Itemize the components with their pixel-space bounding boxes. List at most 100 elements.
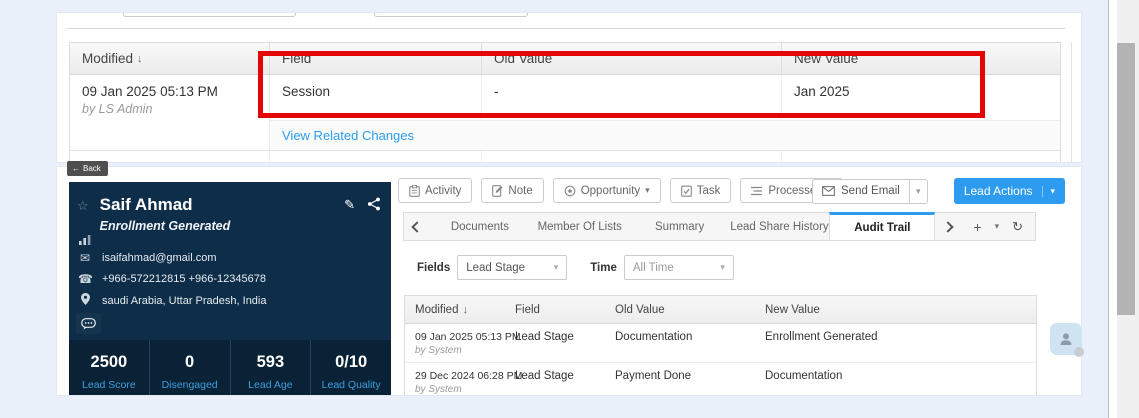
task-icon	[680, 185, 692, 197]
old-value-cell: Payment Done	[615, 370, 692, 382]
send-email-icon	[822, 186, 835, 196]
annotation-highlight-box	[258, 51, 985, 118]
activity-icon	[409, 184, 420, 197]
sort-desc-icon[interactable]: ↓	[462, 304, 468, 316]
support-chat-widget[interactable]	[1050, 323, 1084, 357]
field-cell: Lead Stage	[515, 331, 574, 343]
tab-member-of-lists[interactable]: Member Of Lists	[530, 213, 630, 240]
modified-date: 09 Jan 2025 05:13 PM	[415, 331, 521, 343]
lead-address: saudi Arabia, Uttar Pradesh, India	[102, 294, 267, 307]
modified-by: by System	[415, 345, 462, 356]
star-icon[interactable]: ☆	[77, 198, 89, 233]
fields-filter-label: Fields	[417, 261, 451, 274]
stat-label: Lead Age	[248, 379, 293, 391]
chat-button[interactable]	[76, 313, 101, 334]
table-row: 29 Dec 2024 06:28 PM by System Lead Stag…	[405, 363, 1036, 395]
fields-filter-partial[interactable]	[123, 13, 296, 17]
stat-lead-age: 593 Lead Age	[231, 340, 312, 395]
modified-cell: 09 Jan 2025 05:13 PM by LS Admin	[70, 75, 270, 150]
lead-toolbar: Activity Note Opportunity ▾ Task Process…	[398, 178, 843, 203]
sort-desc-icon[interactable]: ↓	[137, 53, 143, 65]
activity-button-label: Activity	[425, 184, 462, 197]
new-value-cell: Documentation	[765, 370, 843, 382]
tab-audit-trail[interactable]: Audit Trail	[829, 212, 936, 240]
lead-actions-button-label: Lead Actions	[963, 184, 1033, 198]
view-related-changes-link[interactable]: View Related Changes	[282, 128, 414, 143]
stat-label: Lead Quality	[321, 379, 381, 391]
lead-tab-strip: Documents Member Of Lists Summary Lead S…	[403, 212, 1036, 241]
phone-icon: ☎	[78, 272, 93, 286]
tab-scroll-right-button[interactable]	[935, 213, 961, 240]
fields-filter-value: Lead Stage	[466, 261, 526, 274]
opportunity-button[interactable]: Opportunity ▾	[552, 178, 661, 203]
tab-documents[interactable]: Documents	[430, 213, 530, 240]
processes-icon	[751, 186, 763, 195]
scrollbar-thumb[interactable]	[1117, 43, 1135, 315]
task-button[interactable]: Task	[669, 178, 732, 203]
stat-value: 0/10	[335, 353, 368, 371]
modified-date: 09 Jan 2025 05:13 PM	[82, 84, 218, 99]
column-header-modified[interactable]: Modified ↓	[70, 43, 270, 74]
divider	[67, 28, 1065, 29]
time-filter-label: Time	[590, 261, 617, 274]
status-dot	[1074, 347, 1084, 357]
stat-value: 593	[256, 353, 285, 371]
task-button-label: Task	[696, 184, 721, 197]
share-icon[interactable]	[367, 197, 381, 211]
tab-summary[interactable]: Summary	[630, 213, 730, 240]
note-icon	[492, 184, 503, 197]
divider	[1109, 0, 1117, 418]
refresh-icon[interactable]: ↻	[1012, 219, 1023, 235]
stat-disengaged: 0 Disengaged	[150, 340, 231, 395]
lead-phone: +966-572212815 +966-12345678	[102, 273, 266, 285]
note-button[interactable]: Note	[481, 178, 544, 203]
chevron-down-icon: ▾	[553, 262, 559, 272]
lead-name: Saif Ahmad	[99, 195, 193, 214]
send-email-dropdown-button[interactable]: ▾	[909, 178, 928, 204]
tab-scroll-left-button[interactable]	[404, 213, 430, 240]
old-value-cell: Documentation	[615, 331, 693, 343]
send-email-button-label: Send Email	[841, 185, 900, 197]
fields-filter-select[interactable]: Lead Stage ▾	[457, 255, 568, 280]
field-cell: Lead Stage	[515, 370, 574, 382]
column-header-modified[interactable]: Modified ↓	[405, 296, 505, 323]
new-value-cell: Enrollment Generated	[765, 331, 878, 343]
modified-by: by System	[415, 384, 462, 395]
stat-label: Lead Score	[82, 379, 136, 391]
column-header-label: Modified	[82, 51, 134, 66]
lead-toolbar-right: Send Email ▾ Lead Actions ▾	[812, 178, 1066, 204]
back-arrow-icon: ←	[72, 164, 80, 173]
caret-down-icon: ▾	[645, 185, 650, 195]
modified-date: 29 Dec 2024 06:28 PM	[415, 370, 523, 382]
lead-stage: Enrollment Generated	[99, 219, 231, 233]
add-tab-button[interactable]: +	[973, 219, 981, 235]
audit-trail-table: Modified ↓ Field Old Value New Value 09 …	[404, 295, 1037, 395]
time-filter-partial[interactable]	[374, 13, 528, 17]
location-pin-icon	[78, 293, 92, 308]
activity-button[interactable]: Activity	[398, 178, 473, 203]
lead-actions-button[interactable]: Lead Actions ▾	[953, 178, 1066, 204]
vertical-scrollbar[interactable]	[1117, 0, 1139, 418]
back-button[interactable]: ← Back	[67, 161, 108, 176]
column-header-field: Field	[515, 303, 540, 316]
stat-lead-score: 2500 Lead Score	[69, 340, 150, 395]
stat-label: Disengaged	[161, 379, 218, 391]
lead-summary-panel: ☆ Saif Ahmad Enrollment Generated ✎ ✉ is…	[69, 182, 391, 395]
column-header-new-value: New Value	[765, 303, 820, 316]
edit-icon[interactable]: ✎	[344, 197, 355, 233]
opportunity-button-label: Opportunity	[580, 184, 641, 197]
chevron-down-icon: ▾	[720, 262, 725, 272]
stat-value: 0	[185, 353, 195, 371]
tab-lead-share-history[interactable]: Lead Share History	[730, 213, 830, 240]
opportunity-icon	[564, 185, 576, 196]
caret-down-icon: ▾	[916, 185, 921, 196]
time-filter-select[interactable]: All Time ▾	[623, 255, 734, 280]
signal-bars-icon	[78, 234, 92, 248]
chevron-right-icon	[942, 220, 955, 233]
stat-lead-quality: 0/10 Lead Quality	[311, 340, 391, 395]
tab-list-caret-icon[interactable]: ▾	[995, 221, 1000, 232]
send-email-button[interactable]: Send Email	[812, 178, 910, 204]
lead-stats-bar: 2500 Lead Score 0 Disengaged 593 Lead Ag…	[69, 340, 391, 395]
caret-down-icon: ▾	[1041, 185, 1055, 197]
lead-detail-card: ☆ Saif Ahmad Enrollment Generated ✎ ✉ is…	[56, 166, 1082, 396]
